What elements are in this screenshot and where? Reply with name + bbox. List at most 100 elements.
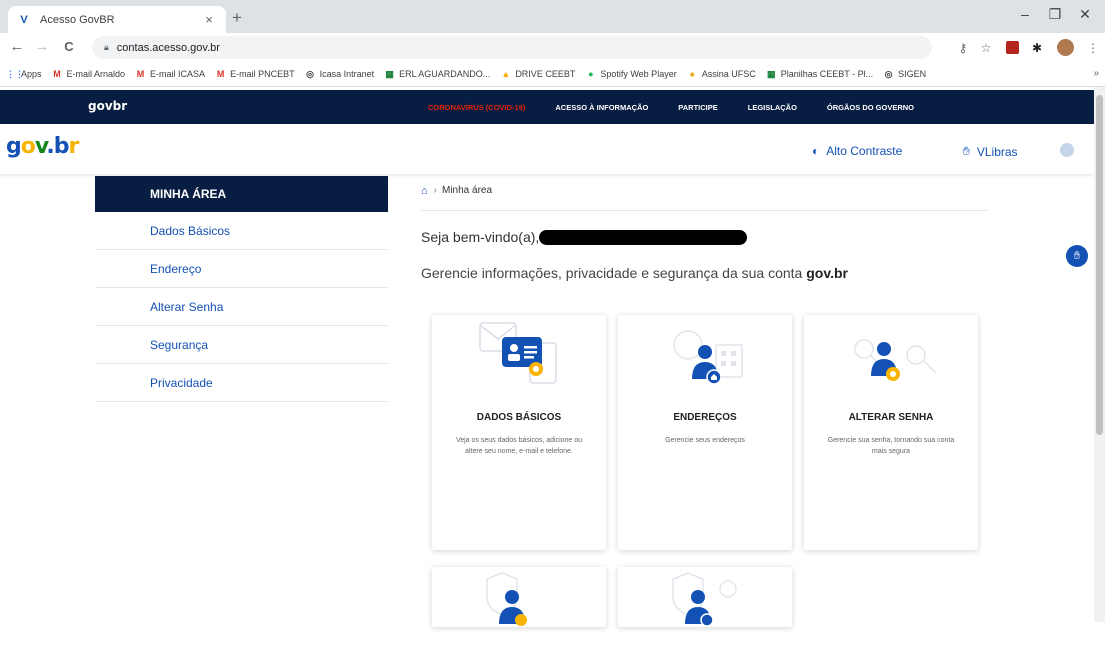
- tab-close-icon[interactable]: ×: [202, 12, 216, 27]
- logo-letter: r: [68, 134, 80, 159]
- user-privacy-icon: [672, 572, 737, 627]
- bookmark-label: Apps: [21, 69, 42, 79]
- bookmark-label: Icasa Intranet: [319, 69, 375, 79]
- bookmark-item[interactable]: M E-mail ICASA: [135, 69, 205, 80]
- close-window-button[interactable]: ✕: [1070, 6, 1100, 23]
- bookmark-item[interactable]: M E-mail PNCEBT: [215, 69, 295, 80]
- star-icon[interactable]: ☆: [978, 40, 994, 56]
- alto-contraste-button[interactable]: ◐ Alto Contraste: [812, 144, 902, 158]
- alto-contraste-label: Alto Contraste: [826, 144, 903, 158]
- user-key-icon: [854, 339, 937, 381]
- card-privacidade[interactable]: [618, 567, 792, 627]
- redacted-username: [539, 229, 748, 245]
- chrome-menu-icon[interactable]: ⋮: [1085, 40, 1101, 56]
- sheets-icon: ▦: [385, 68, 394, 79]
- logo-letter: o: [20, 134, 36, 159]
- user-shield-icon: [486, 572, 527, 626]
- subtitle-text: Gerencie informações, privacidade e segu…: [421, 265, 807, 281]
- side-menu: MINHA ÁREA Dados Básicos Endereço Altera…: [95, 176, 388, 402]
- govbr-top-bar: govbr CORONAVÍRUS (COVID-19) ACESSO À INF…: [0, 90, 1094, 124]
- gmail-icon: M: [136, 68, 145, 79]
- bookmark-item[interactable]: ⋮⋮ Apps: [6, 69, 42, 80]
- contrast-icon: ◐: [812, 144, 820, 158]
- bookmark-label: Spotify Web Player: [600, 69, 677, 79]
- gmail-icon: M: [53, 68, 61, 79]
- govbr-favicon-icon: V: [20, 13, 28, 26]
- sheets-icon: ▦: [766, 68, 776, 79]
- govbr-mini-logo[interactable]: govbr: [88, 99, 127, 113]
- welcome-text: Seja bem-vindo(a),: [421, 229, 540, 245]
- bookmark-item[interactable]: ▦ Planilhas CEEBT - Pl...: [766, 69, 873, 80]
- vlibras-button[interactable]: ✋︎ VLibras: [963, 144, 1018, 159]
- bookmark-label: Planilhas CEEBT - Pl...: [780, 69, 874, 79]
- bookmarks-overflow-button[interactable]: »: [1093, 68, 1099, 79]
- card-alterar-senha[interactable]: ALTERAR SENHA Gerencie sua senha, tornan…: [804, 315, 978, 550]
- menu-item-dados-basicos[interactable]: Dados Básicos: [95, 212, 388, 250]
- scrollbar-thumb[interactable]: [1096, 95, 1103, 435]
- govbar-link[interactable]: LEGISLAÇÃO: [748, 103, 797, 112]
- bookmark-item[interactable]: ♠ Assina UFSC: [687, 69, 756, 80]
- logo-letter: g: [6, 134, 22, 159]
- bookmark-item[interactable]: ▲ DRIVE CEEBT: [500, 69, 575, 80]
- minimize-button[interactable]: –: [1010, 6, 1040, 22]
- logo-letter: v: [34, 134, 48, 159]
- govbr-logo[interactable]: gov.br: [6, 134, 80, 159]
- card-description: Gerencie sua senha, tornando sua conta m…: [827, 437, 955, 455]
- profile-avatar[interactable]: [1057, 39, 1074, 56]
- vlibras-label: VLibras: [976, 144, 1018, 159]
- logo-letter: b: [53, 134, 70, 159]
- page-scrollbar[interactable]: [1094, 87, 1105, 622]
- card-seguranca[interactable]: [432, 567, 606, 627]
- bookmark-item[interactable]: M E-mail Arnaldo: [52, 68, 126, 80]
- user-location-icon: [673, 330, 743, 385]
- bookmark-label: DRIVE CEEBT: [515, 69, 576, 79]
- drive-icon: ▲: [501, 68, 511, 79]
- gmail-icon: M: [216, 68, 225, 79]
- breadcrumb: ⌂ › Minha área: [421, 185, 988, 211]
- reload-button[interactable]: C: [60, 38, 78, 56]
- bookmark-item[interactable]: ▦ ERL AGUARDANDO...: [384, 69, 490, 80]
- pdf-extension-icon[interactable]: [1006, 41, 1019, 54]
- welcome-message: Seja bem-vindo(a),: [421, 229, 748, 245]
- forward-button[interactable]: →: [33, 38, 51, 56]
- spotify-icon: ●: [588, 68, 594, 79]
- card-dados-basicos[interactable]: DADOS BÁSICOS Veja os seus dados básicos…: [432, 315, 606, 550]
- govbar-links: CORONAVÍRUS (COVID-19) ACESSO À INFORMAÇÃ…: [428, 90, 944, 124]
- extensions-puzzle-icon[interactable]: ✱: [1029, 40, 1045, 56]
- menu-item-endereco[interactable]: Endereço: [95, 250, 388, 288]
- back-button[interactable]: ←: [8, 38, 26, 56]
- breadcrumb-current: Minha área: [442, 185, 493, 196]
- menu-item-alterar-senha[interactable]: Alterar Senha: [95, 288, 388, 326]
- bookmark-item[interactable]: ● Spotify Web Player: [585, 68, 677, 80]
- assina-icon: ♠: [689, 68, 695, 79]
- browser-tabstrip: V Acesso GovBR × + – ❐ ✕: [0, 0, 1105, 33]
- key-icon[interactable]: ⚷: [955, 40, 971, 56]
- restore-button[interactable]: ❐: [1040, 6, 1070, 23]
- bookmarks-bar: ⋮⋮ Apps M E-mail Arnaldo M E-mail ICASA M E-mai…: [0, 62, 1105, 87]
- home-icon[interactable]: ⌂: [421, 185, 428, 197]
- globe-icon: ◎: [306, 68, 314, 79]
- govbar-link[interactable]: PARTICIPE: [678, 103, 717, 112]
- vlibras-hand-icon: ✋︎: [963, 144, 970, 158]
- card-enderecos[interactable]: ENDEREÇOS Gerencie seus endereços: [618, 315, 792, 550]
- bookmark-label: E-mail Arnaldo: [66, 69, 126, 79]
- bookmark-item[interactable]: ◎ SIGEN: [883, 69, 926, 80]
- vlibras-widget-icon[interactable]: ✋︎: [1066, 245, 1088, 267]
- card-title: ALTERAR SENHA: [848, 412, 934, 423]
- menu-head-minha-area[interactable]: MINHA ÁREA: [95, 176, 388, 212]
- menu-item-privacidade[interactable]: Privacidade: [95, 364, 388, 402]
- browser-tab[interactable]: V Acesso GovBR ×: [8, 6, 226, 33]
- menu-item-seguranca[interactable]: Segurança: [95, 326, 388, 364]
- bookmark-label: Assina UFSC: [701, 69, 756, 79]
- apps-icon: ⋮⋮: [6, 68, 24, 79]
- address-bar[interactable]: 🔒︎ contas.acesso.gov.br: [92, 36, 932, 59]
- bookmark-item[interactable]: ◎ Icasa Intranet: [305, 68, 375, 80]
- bookmark-label: E-mail ICASA: [150, 69, 206, 79]
- new-tab-button[interactable]: +: [232, 9, 242, 27]
- govbar-link[interactable]: ÓRGÃOS DO GOVERNO: [827, 103, 914, 112]
- language-icon[interactable]: [1060, 143, 1074, 157]
- govbar-link[interactable]: ACESSO À INFORMAÇÃO: [555, 103, 648, 112]
- bookmark-label: SIGEN: [898, 69, 927, 79]
- govbar-link[interactable]: CORONAVÍRUS (COVID-19): [428, 103, 525, 112]
- lock-icon: 🔒︎: [104, 42, 109, 52]
